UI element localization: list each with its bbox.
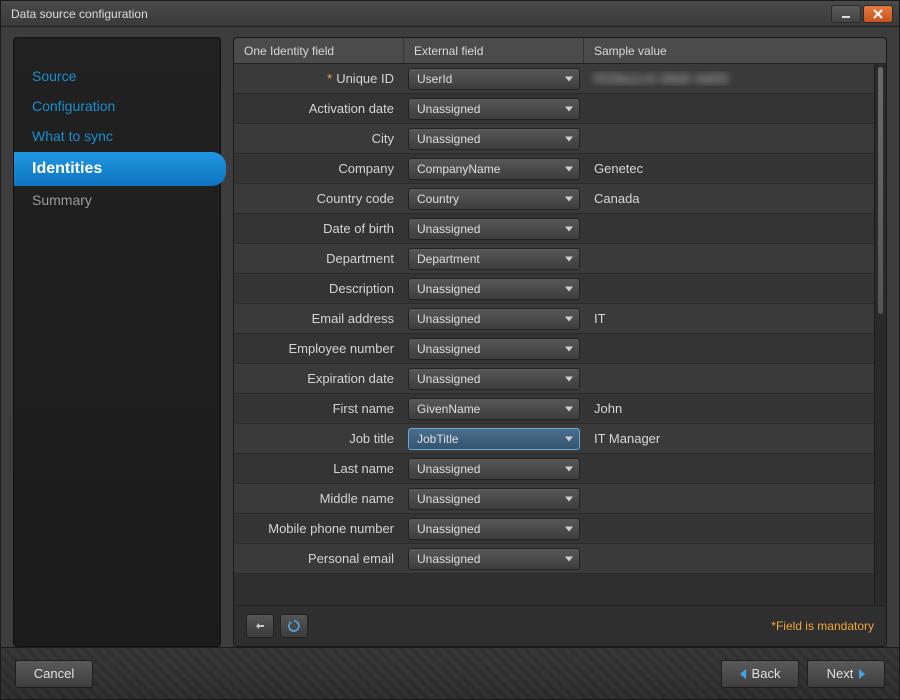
identity-field-label: Country code [234,191,404,206]
identity-field-label: First name [234,401,404,416]
chevron-right-icon [859,669,865,679]
external-field-dropdown[interactable]: Unassigned [408,278,580,300]
external-field-dropdown[interactable]: Unassigned [408,338,580,360]
mapping-row: Last name Unassigned [234,454,874,484]
vertical-scrollbar[interactable] [874,64,886,605]
dialog-body: SourceConfigurationWhat to syncIdentitie… [1,27,899,647]
external-field-dropdown[interactable]: Unassigned [408,518,580,540]
window: Data source configuration SourceConfigur… [0,0,900,700]
identity-field-label: Date of birth [234,221,404,236]
identity-field-label: Job title [234,431,404,446]
external-field-dropdown[interactable]: GivenName [408,398,580,420]
identity-field-label: Middle name [234,491,404,506]
external-field-dropdown[interactable]: Unassigned [408,308,580,330]
external-field-dropdown[interactable]: CompanyName [408,158,580,180]
clear-mapping-button[interactable] [246,614,274,638]
wizard-footer: Cancel Back Next [1,647,899,699]
wizard-step-summary[interactable]: Summary [14,186,220,216]
mapping-row: Expiration date Unassigned [234,364,874,394]
cancel-button-label: Cancel [34,666,74,681]
window-controls [831,5,893,23]
external-field-dropdown[interactable]: Department [408,248,580,270]
external-field-dropdown[interactable]: Unassigned [408,98,580,120]
mapping-row: Date of birth Unassigned [234,214,874,244]
mapping-row: Email address Unassigned IT [234,304,874,334]
columns-header: One Identity field External field Sample… [234,38,886,64]
identity-field-label: Company [234,161,404,176]
wizard-step-source[interactable]: Source [14,62,220,92]
identity-field-label: Activation date [234,101,404,116]
wizard-step-identities[interactable]: Identities [14,152,226,186]
identity-field-label: Employee number [234,341,404,356]
mapping-row: City Unassigned [234,124,874,154]
back-button-label: Back [752,666,781,681]
identity-field-label: Expiration date [234,371,404,386]
mapping-row: Personal email Unassigned [234,544,874,574]
mapping-panel: One Identity field External field Sample… [233,37,887,647]
mapping-row: Description Unassigned [234,274,874,304]
external-field-dropdown[interactable]: Country [408,188,580,210]
refresh-icon [287,619,301,633]
sample-value: IT Manager [584,431,874,446]
identity-field-label: Personal email [234,551,404,566]
external-field-dropdown[interactable]: Unassigned [408,458,580,480]
hand-icon [253,619,267,633]
external-field-dropdown[interactable]: Unassigned [408,218,580,240]
required-asterisk-icon: * [327,71,332,86]
close-button[interactable] [863,5,893,23]
identity-field-label: Email address [234,311,404,326]
external-field-dropdown[interactable]: UserId [408,68,580,90]
column-header-identity-field: One Identity field [234,38,404,63]
scrollbar-thumb[interactable] [877,66,884,315]
mapping-row: *Unique ID UserId 5f28a1c4-08df-4d09 [234,64,874,94]
sample-value: Genetec [584,161,874,176]
mapping-row: Activation date Unassigned [234,94,874,124]
column-header-sample-value: Sample value [584,38,872,63]
identity-field-label: *Unique ID [234,71,404,86]
titlebar: Data source configuration [1,1,899,27]
identity-field-label: Mobile phone number [234,521,404,536]
external-field-dropdown[interactable]: Unassigned [408,488,580,510]
external-field-dropdown[interactable]: JobTitle [408,428,580,450]
mapping-row: Job title JobTitle IT Manager [234,424,874,454]
next-button-label: Next [827,666,854,681]
mapping-row: Employee number Unassigned [234,334,874,364]
mapping-row: Mobile phone number Unassigned [234,514,874,544]
external-field-dropdown[interactable]: Unassigned [408,128,580,150]
wizard-sidebar: SourceConfigurationWhat to syncIdentitie… [13,37,221,647]
back-button[interactable]: Back [721,660,799,688]
mapping-row: Department Department [234,244,874,274]
identity-field-label: Department [234,251,404,266]
external-field-dropdown[interactable]: Unassigned [408,368,580,390]
sample-value: IT [584,311,874,326]
identity-field-label: City [234,131,404,146]
identity-field-label: Last name [234,461,404,476]
mapping-rows: *Unique ID UserId 5f28a1c4-08df-4d09 Activa… [234,64,874,605]
window-title: Data source configuration [11,7,831,21]
mapping-row: First name GivenName John [234,394,874,424]
sample-value: John [584,401,874,416]
identity-field-label: Description [234,281,404,296]
refresh-button[interactable] [280,614,308,638]
chevron-left-icon [740,669,746,679]
panel-footer: *Field is mandatory [234,605,886,646]
minimize-button[interactable] [831,5,861,23]
mapping-row: Middle name Unassigned [234,484,874,514]
mapping-row: Country code Country Canada [234,184,874,214]
sample-value: Canada [584,191,874,206]
external-field-dropdown[interactable]: Unassigned [408,548,580,570]
mapping-row: Company CompanyName Genetec [234,154,874,184]
mandatory-note: *Field is mandatory [771,619,874,633]
sample-value: 5f28a1c4-08df-4d09 [584,71,874,86]
next-button[interactable]: Next [807,660,885,688]
cancel-button[interactable]: Cancel [15,660,93,688]
column-header-external-field: External field [404,38,584,63]
wizard-step-what-to-sync[interactable]: What to sync [14,122,220,152]
wizard-step-configuration[interactable]: Configuration [14,92,220,122]
